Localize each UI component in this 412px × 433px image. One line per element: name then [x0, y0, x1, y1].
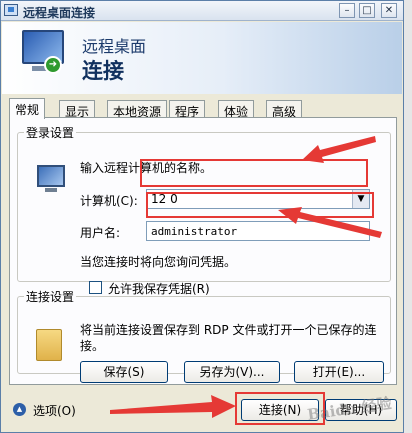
arrow-to-username	[278, 207, 382, 238]
tab-general[interactable]: 常规	[9, 98, 46, 119]
annotation-arrows	[110, 136, 382, 418]
arrow-to-computer	[302, 136, 376, 163]
arrow-to-connect	[110, 395, 236, 418]
